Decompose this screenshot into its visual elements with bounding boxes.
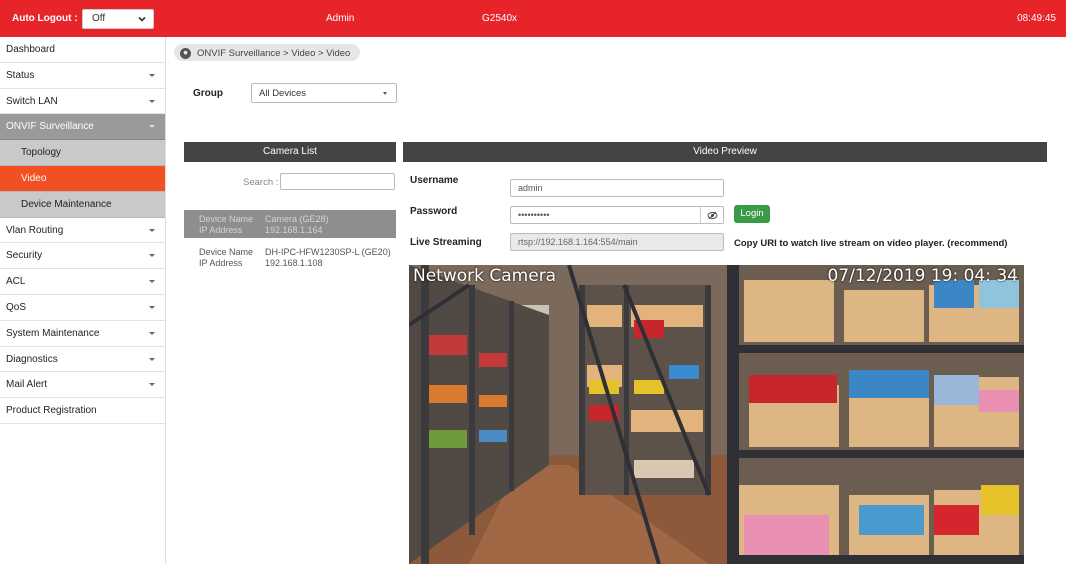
sidebar-item-topology[interactable]: Topology — [0, 140, 165, 166]
sidebar-item-label: Dashboard — [6, 44, 55, 55]
group-select[interactable]: All Devices — [251, 83, 397, 103]
sidebar-item-label: Video — [21, 172, 47, 184]
location-pin-icon — [180, 48, 191, 59]
sidebar-item-diagnostics[interactable]: Diagnostics — [0, 347, 165, 373]
username-input[interactable]: admin — [510, 179, 724, 197]
sidebar-item-security[interactable]: Security — [0, 243, 165, 270]
sidebar-item-label: Topology — [21, 147, 62, 159]
search-input[interactable] — [280, 173, 395, 190]
osd-camera-title: Network Camera — [413, 266, 557, 286]
chevron-down-icon — [149, 254, 155, 258]
ip-address-value: 192.168.1.108 — [265, 258, 323, 268]
sidebar-item-label: Switch LAN — [6, 95, 58, 107]
chevron-down-icon — [149, 331, 155, 335]
sidebar-item-product-registration[interactable]: Product Registration — [0, 398, 165, 424]
search-label: Search : — [243, 177, 279, 188]
copy-uri-hint: Copy URI to watch live stream on video p… — [734, 238, 1008, 249]
ip-address-key: IP Address — [199, 258, 243, 268]
chevron-down-icon — [149, 280, 155, 284]
camera-row[interactable]: Device Name DH-IPC-HFW1230SP-L (GE20) IP … — [184, 243, 396, 271]
video-stream[interactable]: Network Camera 07/12/2019 19: 04: 34 — [409, 265, 1024, 564]
chevron-down-icon — [149, 228, 155, 232]
sidebar-item-system-maintenance[interactable]: System Maintenance — [0, 321, 165, 347]
sidebar-item-label: Security — [6, 250, 43, 262]
password-value: •••••••••• — [518, 210, 550, 220]
sidebar-item-onvif-surveillance[interactable]: ONVIF Surveillance — [0, 114, 165, 141]
sidebar-item-dashboard[interactable]: Dashboard — [0, 37, 165, 63]
osd-timestamp: 07/12/2019 19: 04: 34 — [827, 266, 1018, 286]
sidebar-item-label: Vlan Routing — [6, 224, 64, 236]
sidebar-item-label: Diagnostics — [6, 353, 58, 365]
sidebar-item-mail-alert[interactable]: Mail Alert — [0, 372, 165, 399]
current-user: Admin — [326, 13, 355, 24]
top-bar: Auto Logout : Off Admin G2540x 08:49:45 — [0, 0, 1066, 37]
sidebar-item-acl[interactable]: ACL — [0, 269, 165, 295]
sidebar-item-vlan-routing[interactable]: Vlan Routing — [0, 218, 165, 244]
chevron-down-icon — [383, 92, 387, 95]
warehouse-video-frame — [409, 265, 1024, 564]
group-label: Group — [193, 88, 223, 99]
camera-list-header: Camera List — [184, 142, 396, 162]
sidebar-item-label: ONVIF Surveillance — [6, 121, 94, 133]
chevron-down-icon — [149, 383, 155, 387]
ip-address-value: 192.168.1.164 — [265, 225, 323, 235]
device-name-value: Camera (GE28) — [265, 214, 329, 224]
device-model: G2540x — [482, 13, 518, 24]
breadcrumb-text: ONVIF Surveillance > Video > Video — [197, 48, 351, 59]
auto-logout-value: Off — [92, 13, 106, 24]
sidebar-item-label: Device Maintenance — [21, 198, 112, 210]
sidebar-item-switch-lan[interactable]: Switch LAN — [0, 89, 165, 115]
sidebar-item-status[interactable]: Status — [0, 63, 165, 89]
sidebar-item-label: Mail Alert — [6, 379, 48, 391]
username-label: Username — [410, 175, 459, 186]
chevron-down-icon — [138, 16, 146, 22]
chevron-down-icon — [149, 125, 155, 129]
sidebar-item-label: Status — [6, 69, 35, 81]
auto-logout-select[interactable]: Off — [82, 9, 154, 29]
device-name-key: Device Name — [199, 214, 254, 224]
sidebar-item-label: Product Registration — [6, 405, 97, 417]
show-password-toggle[interactable] — [700, 206, 724, 224]
group-select-value: All Devices — [259, 88, 306, 99]
chevron-down-icon — [149, 73, 155, 77]
login-button[interactable]: Login — [734, 205, 770, 223]
live-streaming-label: Live Streaming — [410, 237, 482, 248]
device-name-value: DH-IPC-HFW1230SP-L (GE20) — [265, 247, 391, 257]
sidebar-item-label: QoS — [6, 301, 27, 313]
password-label: Password — [410, 206, 458, 217]
video-preview-header: Video Preview — [403, 142, 1047, 162]
sidebar-item-device-maintenance[interactable]: Device Maintenance — [0, 191, 165, 218]
live-streaming-value: rtsp://192.168.1.164:554/main — [518, 237, 638, 247]
sidebar-item-label: ACL — [6, 276, 26, 288]
eye-slash-icon — [707, 211, 718, 219]
chevron-down-icon — [149, 357, 155, 361]
auto-logout-label: Auto Logout : — [12, 13, 78, 24]
sidebar-item-video[interactable]: Video — [0, 165, 165, 192]
username-value: admin — [518, 183, 543, 193]
chevron-down-icon — [149, 305, 155, 309]
ip-address-key: IP Address — [199, 225, 243, 235]
system-clock: 08:49:45 — [1017, 13, 1056, 24]
camera-row-selected[interactable]: Device Name Camera (GE28) IP Address 192.1… — [184, 210, 396, 238]
live-streaming-uri[interactable]: rtsp://192.168.1.164:554/main — [510, 233, 724, 251]
sidebar-item-qos[interactable]: QoS — [0, 295, 165, 321]
device-name-key: Device Name — [199, 247, 254, 257]
sidebar-item-label: System Maintenance — [6, 327, 100, 339]
breadcrumb: ONVIF Surveillance > Video > Video — [174, 44, 361, 61]
password-input[interactable]: •••••••••• — [510, 206, 724, 224]
chevron-down-icon — [149, 99, 155, 103]
sidebar: Dashboard Status Switch LAN ONVIF Survei… — [0, 37, 166, 564]
